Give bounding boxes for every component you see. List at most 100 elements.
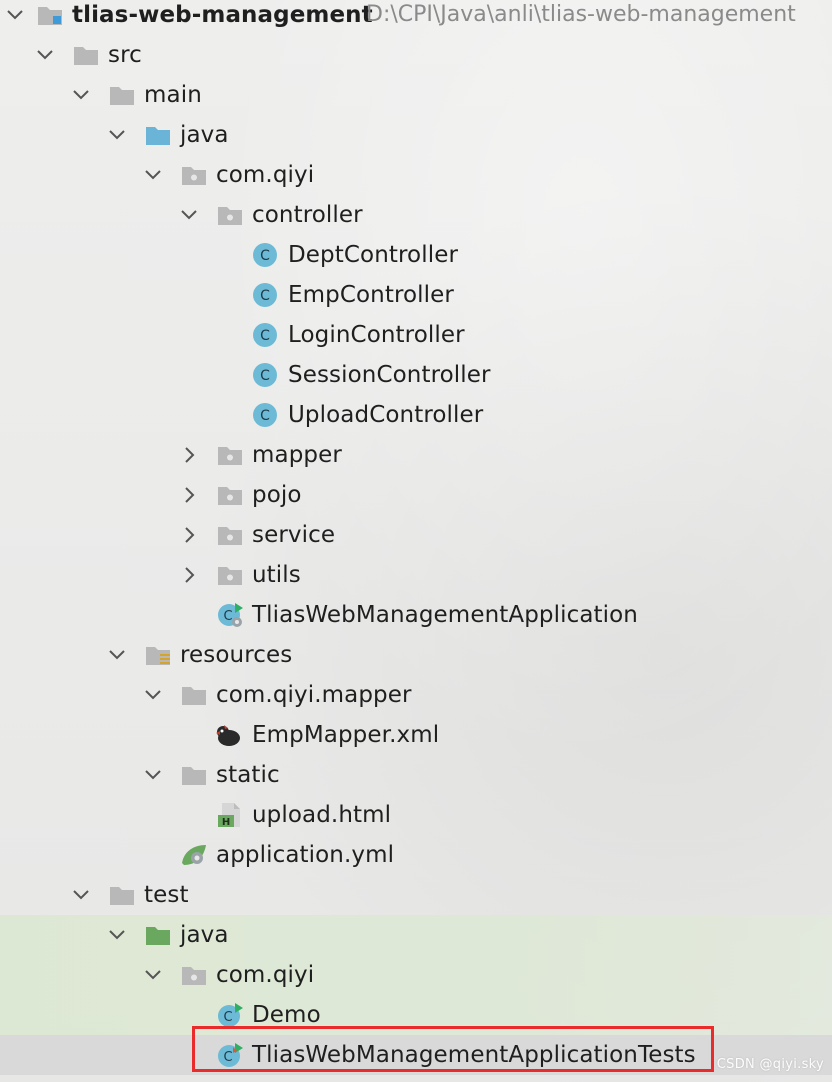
class-icon: C (251, 361, 279, 389)
svg-text:C: C (223, 1010, 232, 1025)
tree-label: LoginController (288, 322, 465, 348)
folder-icon (72, 41, 100, 69)
tree-row-class[interactable]: C SessionController (0, 355, 832, 395)
tree-row-service[interactable]: service (0, 515, 832, 555)
spring-config-icon (180, 841, 208, 869)
tree-label: com.qiyi (216, 962, 315, 988)
tree-label: java (180, 922, 229, 948)
chevron-down-icon[interactable] (70, 84, 92, 106)
spring-boot-class-icon: C (216, 601, 244, 629)
tree-label: src (108, 42, 142, 68)
svg-text:C: C (260, 368, 270, 384)
watermark: CSDN @qiyi.sky (716, 1057, 824, 1072)
class-icon: C (251, 281, 279, 309)
tree-label: application.yml (216, 842, 395, 868)
tree-label: UploadController (288, 402, 484, 428)
tree-row-pojo[interactable]: pojo (0, 475, 832, 515)
chevron-right-icon[interactable] (178, 484, 200, 506)
tree-label: com.qiyi (216, 162, 315, 188)
folder-icon (108, 81, 136, 109)
chevron-down-icon[interactable] (178, 204, 200, 226)
tree-row-application-class[interactable]: C TliasWebManagementApplication (0, 595, 832, 635)
svg-text:C: C (223, 609, 232, 624)
tree-label: pojo (252, 482, 302, 508)
tree-label: TliasWebManagementApplication (252, 602, 638, 628)
tree-label: upload.html (252, 802, 392, 828)
tree-row-application-yml[interactable]: application.yml (0, 835, 832, 875)
svg-text:C: C (260, 408, 270, 424)
tree-row-mapper[interactable]: mapper (0, 435, 832, 475)
tree-row-main-java[interactable]: java (0, 115, 832, 155)
tree-label: SessionController (288, 362, 491, 388)
tree-label: service (252, 522, 336, 548)
chevron-down-icon[interactable] (70, 884, 92, 906)
tree-row-upload-html[interactable]: H upload.html (0, 795, 832, 835)
source-folder-icon (144, 121, 172, 149)
tree-label: DeptController (288, 242, 459, 268)
resources-folder-icon (144, 641, 172, 669)
tree-row-test-java[interactable]: java (0, 915, 832, 955)
tree-label: resources (180, 642, 293, 668)
chevron-right-icon[interactable] (178, 524, 200, 546)
tree-row-class[interactable]: C DeptController (0, 235, 832, 275)
package-icon (216, 201, 244, 229)
folder-icon (108, 881, 136, 909)
package-icon (216, 561, 244, 589)
chevron-down-icon[interactable] (4, 4, 26, 26)
tree-label: EmpMapper.xml (252, 722, 440, 748)
tree-row-utils[interactable]: utils (0, 555, 832, 595)
class-icon: C (251, 321, 279, 349)
folder-icon (180, 761, 208, 789)
class-icon: C (251, 401, 279, 429)
chevron-down-icon[interactable] (142, 684, 164, 706)
class-icon: C (251, 241, 279, 269)
tree-row-src[interactable]: src (0, 35, 832, 75)
chevron-right-icon[interactable] (178, 444, 200, 466)
project-tree: tlias-web-management D:\CPI\Java\anli\tl… (0, 0, 832, 1082)
chevron-down-icon[interactable] (106, 644, 128, 666)
tree-row-project[interactable]: tlias-web-management D:\CPI\Java\anli\tl… (0, 0, 832, 35)
mybatis-bird-icon (214, 721, 242, 749)
module-folder-icon (36, 1, 64, 29)
tree-row-test-package[interactable]: com.qiyi (0, 955, 832, 995)
tree-label: static (216, 762, 280, 788)
chevron-down-icon[interactable] (142, 764, 164, 786)
tree-label: utils (252, 562, 301, 588)
tree-row-controller[interactable]: controller (0, 195, 832, 235)
tree-row-class[interactable]: C EmpController (0, 275, 832, 315)
chevron-down-icon[interactable] (106, 924, 128, 946)
package-icon (216, 481, 244, 509)
html-file-icon: H (216, 801, 244, 829)
tree-row-class[interactable]: C UploadController (0, 395, 832, 435)
package-icon (180, 161, 208, 189)
runnable-class-icon: C (216, 1001, 244, 1029)
tree-row-mapper-xml[interactable]: EmpMapper.xml (0, 715, 832, 755)
test-source-folder-icon (144, 921, 172, 949)
tree-label: com.qiyi.mapper (216, 682, 412, 708)
chevron-down-icon[interactable] (142, 164, 164, 186)
svg-text:C: C (260, 288, 270, 304)
tree-row-main[interactable]: main (0, 75, 832, 115)
project-name: tlias-web-management (72, 2, 373, 28)
tree-label: test (144, 882, 189, 908)
tree-row-resources[interactable]: resources (0, 635, 832, 675)
svg-text:H: H (222, 817, 230, 828)
tree-row-com-qiyi[interactable]: com.qiyi (0, 155, 832, 195)
chevron-down-icon[interactable] (34, 44, 56, 66)
tree-row-resources-package[interactable]: com.qiyi.mapper (0, 675, 832, 715)
folder-icon (180, 681, 208, 709)
tree-row-test[interactable]: test (0, 875, 832, 915)
tree-label: java (180, 122, 229, 148)
chevron-down-icon[interactable] (106, 124, 128, 146)
project-path: D:\CPI\Java\anli\tlias-web-management (366, 2, 796, 27)
chevron-right-icon[interactable] (178, 564, 200, 586)
package-icon (216, 521, 244, 549)
tree-label: controller (252, 202, 363, 228)
tree-label: main (144, 82, 202, 108)
tree-label: mapper (252, 442, 342, 468)
chevron-down-icon[interactable] (142, 964, 164, 986)
svg-text:C: C (260, 248, 270, 264)
tree-row-class[interactable]: C LoginController (0, 315, 832, 355)
tree-row-static[interactable]: static (0, 755, 832, 795)
red-annotation-box (192, 1026, 714, 1072)
